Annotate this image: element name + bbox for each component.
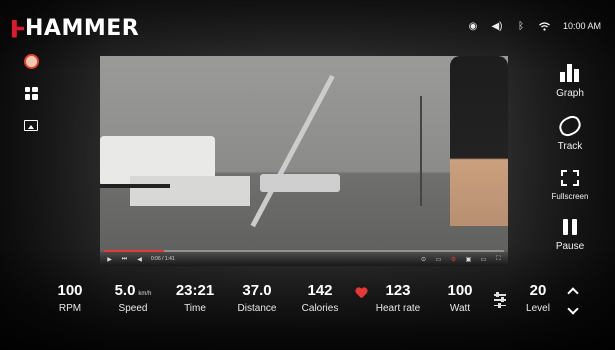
speed-unit: km/h xyxy=(138,291,152,297)
distance-label: Distance xyxy=(237,303,277,314)
wifi-icon[interactable] xyxy=(539,20,551,32)
volume-icon[interactable]: ◀ xyxy=(136,256,143,263)
speed-value-row: 5.0 km/h xyxy=(104,282,162,299)
fullscreen-icon[interactable]: ⛶ xyxy=(495,256,502,263)
calories-label: Calories xyxy=(301,303,339,314)
fullscreen-button[interactable]: Fullscreen xyxy=(551,170,589,201)
metric-rpm: 100 RPM xyxy=(50,282,90,314)
track-button[interactable]: Track xyxy=(556,113,584,152)
miniplayer-icon[interactable]: ▣ xyxy=(465,256,472,263)
graph-label: Graph xyxy=(556,88,584,99)
video-scene-sofa-seat xyxy=(130,176,250,206)
brand-logo: HAMMER xyxy=(12,16,139,41)
track-label: Track xyxy=(557,141,583,152)
metric-calories: 142 Calories xyxy=(298,282,342,314)
play-icon[interactable]: ▶ xyxy=(106,256,113,263)
rpm-value: 100 xyxy=(57,282,83,299)
metric-distance: 37.0 Distance xyxy=(232,282,282,314)
clock: 10:00 AM xyxy=(562,21,601,31)
screen-cast-icon xyxy=(24,119,38,131)
race-track-icon xyxy=(556,113,584,139)
fullscreen-icon xyxy=(561,170,579,186)
autoplay-toggle-icon[interactable]: ⊙ xyxy=(420,256,427,263)
settings-icon[interactable]: ⚙ xyxy=(450,256,457,263)
brand-name: HAMMER xyxy=(25,16,140,41)
level-value: 20 xyxy=(529,282,547,299)
avatar xyxy=(23,53,39,69)
level-label: Level xyxy=(526,303,550,314)
graph-button[interactable]: Graph xyxy=(556,64,584,99)
next-icon[interactable]: ⏭ xyxy=(121,256,128,263)
heart-icon xyxy=(355,288,367,299)
right-rail: Graph Track Fullscreen Pause xyxy=(545,64,595,252)
volume-icon[interactable]: ◀) xyxy=(491,20,503,32)
distance-value: 37.0 xyxy=(242,282,272,299)
grid-icon xyxy=(24,86,38,100)
heart-rate-label: Heart rate xyxy=(375,303,421,314)
watt-value: 100 xyxy=(447,282,473,299)
screen-cast-button[interactable] xyxy=(22,116,40,134)
chevron-down-icon xyxy=(567,303,579,315)
profile-avatar-button[interactable] xyxy=(22,52,40,70)
video-player[interactable]: ▶ ⏭ ◀ 0:06 / 1:41 ⊙ ▭ ⚙ ▣ ▭ ⛶ xyxy=(100,56,508,266)
metric-speed: 5.0 km/h Speed xyxy=(104,282,162,314)
video-scene-rowing-rail xyxy=(250,74,335,228)
metric-heart-rate: 123 Heart rate xyxy=(370,282,426,314)
bar-chart-icon xyxy=(560,64,580,82)
pause-icon xyxy=(562,219,577,235)
level-up-button[interactable] xyxy=(567,286,579,299)
adjust-sliders-icon[interactable] xyxy=(494,292,506,307)
speed-value: 5.0 xyxy=(114,282,136,299)
metric-watt: 100 Watt xyxy=(442,282,478,314)
video-scene-table xyxy=(100,184,170,188)
left-rail xyxy=(22,52,40,134)
apps-grid-button[interactable] xyxy=(22,84,40,102)
video-time: 0:06 / 1:41 xyxy=(151,256,175,262)
hammer-logo-mark-icon xyxy=(12,19,24,38)
video-controls: ▶ ⏭ ◀ 0:06 / 1:41 ⊙ ▭ ⚙ ▣ ▭ ⛶ xyxy=(100,252,508,266)
metric-level: 20 Level xyxy=(522,282,554,314)
pause-button[interactable]: Pause xyxy=(556,219,584,252)
watt-label: Watt xyxy=(449,303,471,314)
video-scene-rowing-machine xyxy=(260,174,340,192)
pause-label: Pause xyxy=(555,241,585,252)
speed-label: Speed xyxy=(118,303,148,314)
theater-icon[interactable]: ▭ xyxy=(480,256,487,263)
subtitles-icon[interactable]: ▭ xyxy=(435,256,442,263)
calories-value: 142 xyxy=(307,282,333,299)
fullscreen-label: Fullscreen xyxy=(551,192,589,201)
video-scene-person xyxy=(450,56,508,226)
workout-metrics: 100 RPM 5.0 km/h Speed 23:21 Time 37.0 Di… xyxy=(0,282,615,322)
time-value: 23:21 xyxy=(175,282,215,299)
time-label: Time xyxy=(184,303,206,314)
level-down-button[interactable] xyxy=(567,303,579,316)
nfc-icon: ◉ xyxy=(468,20,478,32)
status-bar: ◉ ◀) ᛒ 10:00 AM xyxy=(467,20,601,32)
rpm-label: RPM xyxy=(58,303,82,314)
metric-time: 23:21 Time xyxy=(170,282,220,314)
bluetooth-icon[interactable]: ᛒ xyxy=(515,20,527,32)
heart-rate-value: 123 xyxy=(385,282,411,299)
